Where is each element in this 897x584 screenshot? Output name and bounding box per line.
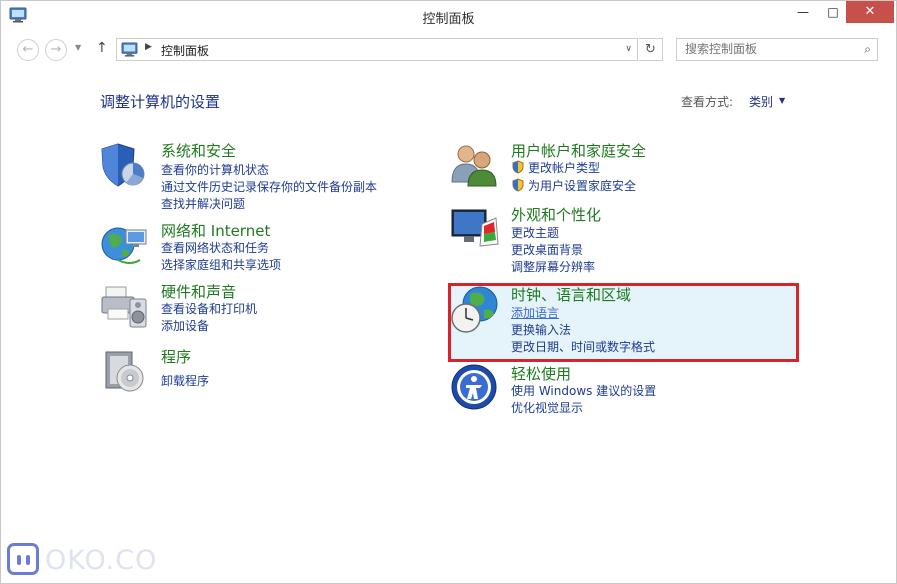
watermark-text: OKO.CO: [45, 545, 158, 576]
link-text-family-safety: 为用户设置家庭安全: [528, 179, 637, 193]
watermark-logo-eye: [17, 555, 21, 565]
network-globe-icon[interactable]: [100, 220, 150, 270]
link-change-input-method[interactable]: 更换输入法: [511, 321, 571, 338]
category-title-user-accounts[interactable]: 用户帐户和家庭安全: [511, 140, 646, 161]
category-title-hardware-sound[interactable]: 硬件和声音: [161, 281, 236, 302]
link-change-desktop-background[interactable]: 更改桌面背景: [511, 241, 583, 258]
watermark-logo-icon: [7, 543, 39, 575]
link-file-history-backup[interactable]: 通过文件历史记录保存你的文件备份副本: [161, 178, 377, 195]
view-by-caret-icon[interactable]: ▼: [779, 96, 785, 105]
link-troubleshoot[interactable]: 查找并解决问题: [161, 195, 245, 212]
link-windows-recommended-settings[interactable]: 使用 Windows 建议的设置: [511, 382, 656, 399]
printer-speaker-icon[interactable]: [100, 281, 150, 331]
category-ease-of-access: 轻松使用 使用 Windows 建议的设置 优化视觉显示: [450, 363, 790, 418]
close-button[interactable]: ✕: [846, 1, 894, 23]
link-change-theme[interactable]: 更改主题: [511, 224, 559, 241]
category-clock-language-region: 时钟、语言和区域 添加语言 更换输入法 更改日期、时间或数字格式: [450, 284, 790, 354]
link-family-safety[interactable]: 为用户设置家庭安全: [511, 177, 636, 194]
link-uninstall-program[interactable]: 卸载程序: [161, 372, 209, 389]
control-panel-window: 控制面板 — □ ✕ ← → ▼ ↑ ▶ 控制面板 ∨ ↻ ⌕ 调整计算机的设置…: [0, 0, 897, 584]
link-devices-printers[interactable]: 查看设备和打印机: [161, 300, 257, 317]
breadcrumb-separator-icon[interactable]: ▶: [145, 42, 152, 52]
category-programs: 程序 卸载程序: [100, 346, 420, 396]
users-icon[interactable]: [450, 140, 500, 190]
watermark: OKO.CO: [7, 543, 156, 581]
category-title-appearance[interactable]: 外观和个性化: [511, 204, 601, 225]
category-network-internet: 网络和 Internet 查看网络状态和任务 选择家庭组和共享选项: [100, 220, 420, 275]
up-button[interactable]: ↑: [96, 40, 108, 56]
search-icon[interactable]: ⌕: [864, 42, 871, 57]
link-optimize-visual-display[interactable]: 优化视觉显示: [511, 399, 583, 416]
watermark-logo-eye: [26, 555, 30, 565]
link-view-computer-status[interactable]: 查看你的计算机状态: [161, 161, 269, 178]
view-by-dropdown[interactable]: 类别: [749, 93, 773, 110]
category-title-network-internet[interactable]: 网络和 Internet: [161, 220, 270, 241]
maximize-button[interactable]: □: [820, 1, 846, 23]
link-homegroup-sharing[interactable]: 选择家庭组和共享选项: [161, 256, 281, 273]
forward-button[interactable]: →: [45, 39, 67, 61]
recent-locations-dropdown[interactable]: ▼: [75, 43, 81, 52]
shield-icon[interactable]: [100, 140, 150, 190]
control-panel-address-icon: [121, 42, 138, 57]
link-change-date-time-format[interactable]: 更改日期、时间或数字格式: [511, 338, 655, 355]
category-user-accounts: 用户帐户和家庭安全 更改帐户类型 为用户设置家庭安全: [450, 140, 790, 195]
category-title-system-security[interactable]: 系统和安全: [161, 140, 236, 161]
link-add-device[interactable]: 添加设备: [161, 317, 209, 334]
page-title: 调整计算机的设置: [100, 93, 221, 111]
ease-of-access-icon[interactable]: [450, 363, 500, 413]
category-appearance: 外观和个性化 更改主题 更改桌面背景 调整屏幕分辨率: [450, 204, 790, 274]
search-input[interactable]: [685, 42, 850, 56]
link-add-language[interactable]: 添加语言: [511, 304, 559, 321]
category-hardware-sound: 硬件和声音 查看设备和打印机 添加设备: [100, 281, 420, 336]
address-dropdown-icon[interactable]: ∨: [625, 44, 632, 54]
minimize-button[interactable]: —: [786, 1, 820, 23]
link-text-change-account-type: 更改帐户类型: [528, 161, 601, 175]
search-box[interactable]: ⌕: [676, 38, 878, 61]
window-title: 控制面板: [422, 12, 475, 27]
breadcrumb-control-panel[interactable]: 控制面板: [161, 42, 209, 59]
uac-shield-icon: [512, 178, 524, 192]
title-bar[interactable]: 控制面板 — □ ✕: [1, 1, 896, 31]
back-button[interactable]: ←: [17, 39, 39, 61]
programs-icon[interactable]: [100, 346, 150, 396]
category-title-ease-of-access[interactable]: 轻松使用: [511, 363, 571, 384]
view-by-label: 查看方式:: [681, 95, 734, 109]
category-system-security: 系统和安全 查看你的计算机状态 通过文件历史记录保存你的文件备份副本 查找并解决…: [100, 140, 420, 212]
uac-shield-icon: [512, 160, 524, 174]
link-adjust-resolution[interactable]: 调整屏幕分辨率: [511, 258, 595, 275]
category-title-clock-language-region[interactable]: 时钟、语言和区域: [511, 284, 631, 305]
category-title-programs[interactable]: 程序: [161, 346, 191, 367]
address-bar[interactable]: ▶ 控制面板 ∨: [116, 38, 638, 61]
link-change-account-type[interactable]: 更改帐户类型: [511, 159, 600, 176]
link-network-status[interactable]: 查看网络状态和任务: [161, 239, 269, 256]
clock-globe-icon[interactable]: [450, 284, 500, 334]
appearance-monitor-icon[interactable]: [450, 204, 500, 254]
refresh-button[interactable]: ↻: [639, 38, 663, 61]
